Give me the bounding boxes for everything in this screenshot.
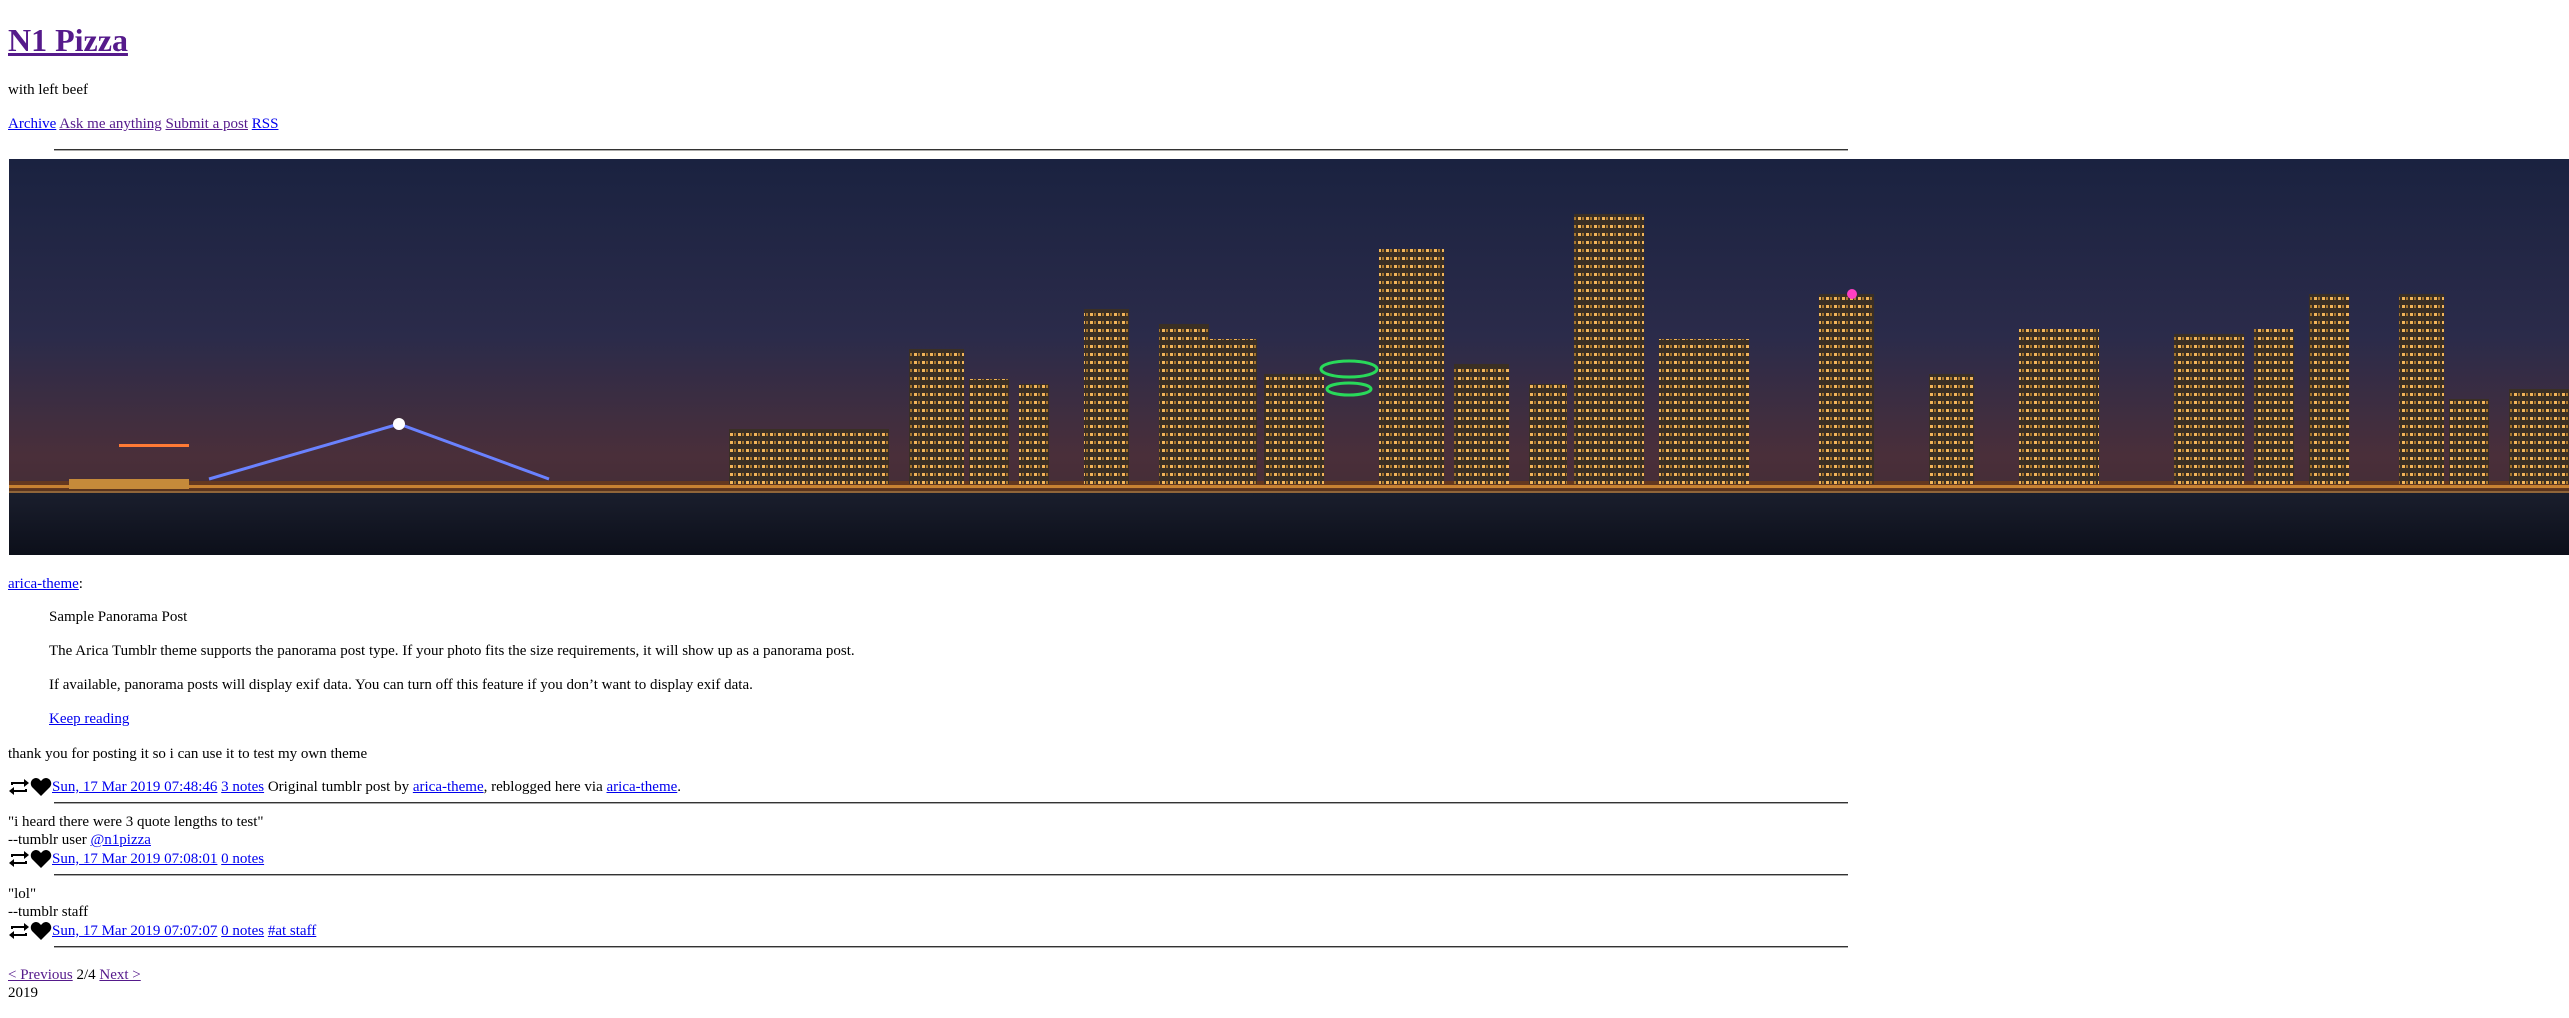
site-title-link[interactable]: N1 Pizza (8, 22, 128, 58)
post-footer: Sun, 17 Mar 2019 07:08:01 0 notes (8, 849, 264, 869)
footer-text-3: . (677, 779, 682, 795)
quote-heading: Sample Panorama Post (49, 609, 188, 625)
quote-paragraph-1: The Arica Tumblr theme supports the pano… (49, 643, 855, 659)
post-footer: Sun, 17 Mar 2019 07:07:07 0 notes #at st… (8, 921, 316, 941)
attribution-prefix: --tumblr user (8, 832, 87, 848)
quote-attribution: --tumblr staff (8, 904, 89, 920)
next-page-link[interactable]: Next > (99, 967, 140, 983)
reblog-icon[interactable] (8, 777, 30, 797)
heart-icon[interactable] (30, 777, 52, 797)
previous-page-link[interactable]: < Previous (8, 967, 73, 983)
post-comment: thank you for posting it so i can use it… (8, 746, 368, 762)
post-notes-link[interactable]: 3 notes (221, 778, 264, 796)
post-date-link[interactable]: Sun, 17 Mar 2019 07:48:46 (52, 778, 217, 796)
page-indicator: 2/4 (76, 967, 96, 983)
post-author: arica-theme: (8, 575, 83, 593)
heart-icon[interactable] (30, 921, 52, 941)
post-notes-link[interactable]: 0 notes (221, 850, 264, 868)
quote-text: "lol" (8, 886, 37, 902)
nav-submit[interactable]: Submit a post (166, 116, 249, 132)
site-tagline: with left beef (8, 82, 88, 98)
divider (54, 149, 1848, 151)
quote-text: "i heard there were 3 quote lengths to t… (8, 814, 264, 830)
site-title: N1 Pizza (8, 0, 2561, 59)
tag-link[interactable]: #at staff (268, 922, 316, 940)
quote-paragraph-2: If available, panorama posts will displa… (49, 677, 753, 693)
divider (54, 946, 1848, 948)
pagination: < Previous 2/4 Next > (8, 966, 141, 984)
reblog-icon[interactable] (8, 921, 30, 941)
year-label: 2019 (8, 985, 38, 1001)
reblog-icon[interactable] (8, 849, 30, 869)
nav-ask[interactable]: Ask me anything (59, 116, 162, 132)
divider (54, 874, 1848, 876)
quote-attribution: --tumblr user @n1pizza (8, 831, 151, 849)
footer-text-2: , reblogged here via (483, 779, 603, 795)
city-skyline-image (9, 159, 2569, 555)
post-date-link[interactable]: Sun, 17 Mar 2019 07:08:01 (52, 850, 217, 868)
divider (54, 802, 1848, 804)
heart-icon[interactable] (30, 849, 52, 869)
footer-text-1: Original tumblr post by (267, 779, 410, 795)
via-link[interactable]: arica-theme (607, 778, 678, 796)
nav-rss[interactable]: RSS (252, 116, 279, 132)
nav-archive[interactable]: Archive (8, 116, 56, 132)
page: N1 Pizza with left beef Archive Ask me a… (0, 0, 2569, 1001)
post-footer: Sun, 17 Mar 2019 07:48:46 3 notes Origin… (8, 777, 681, 797)
main-nav: Archive Ask me anything Submit a post RS… (8, 115, 278, 133)
reblog-quote: Sample Panorama Post The Arica Tumblr th… (49, 608, 1249, 744)
keep-reading-link[interactable]: Keep reading (49, 711, 129, 727)
panorama-photo[interactable] (9, 159, 2569, 555)
post-author-suffix: : (78, 576, 83, 592)
post-date-link[interactable]: Sun, 17 Mar 2019 07:07:07 (52, 922, 217, 940)
source-link[interactable]: arica-theme (413, 778, 484, 796)
post-notes-link[interactable]: 0 notes (221, 922, 264, 940)
post-author-link[interactable]: arica-theme (8, 576, 79, 592)
attribution-link[interactable]: @n1pizza (90, 832, 150, 848)
